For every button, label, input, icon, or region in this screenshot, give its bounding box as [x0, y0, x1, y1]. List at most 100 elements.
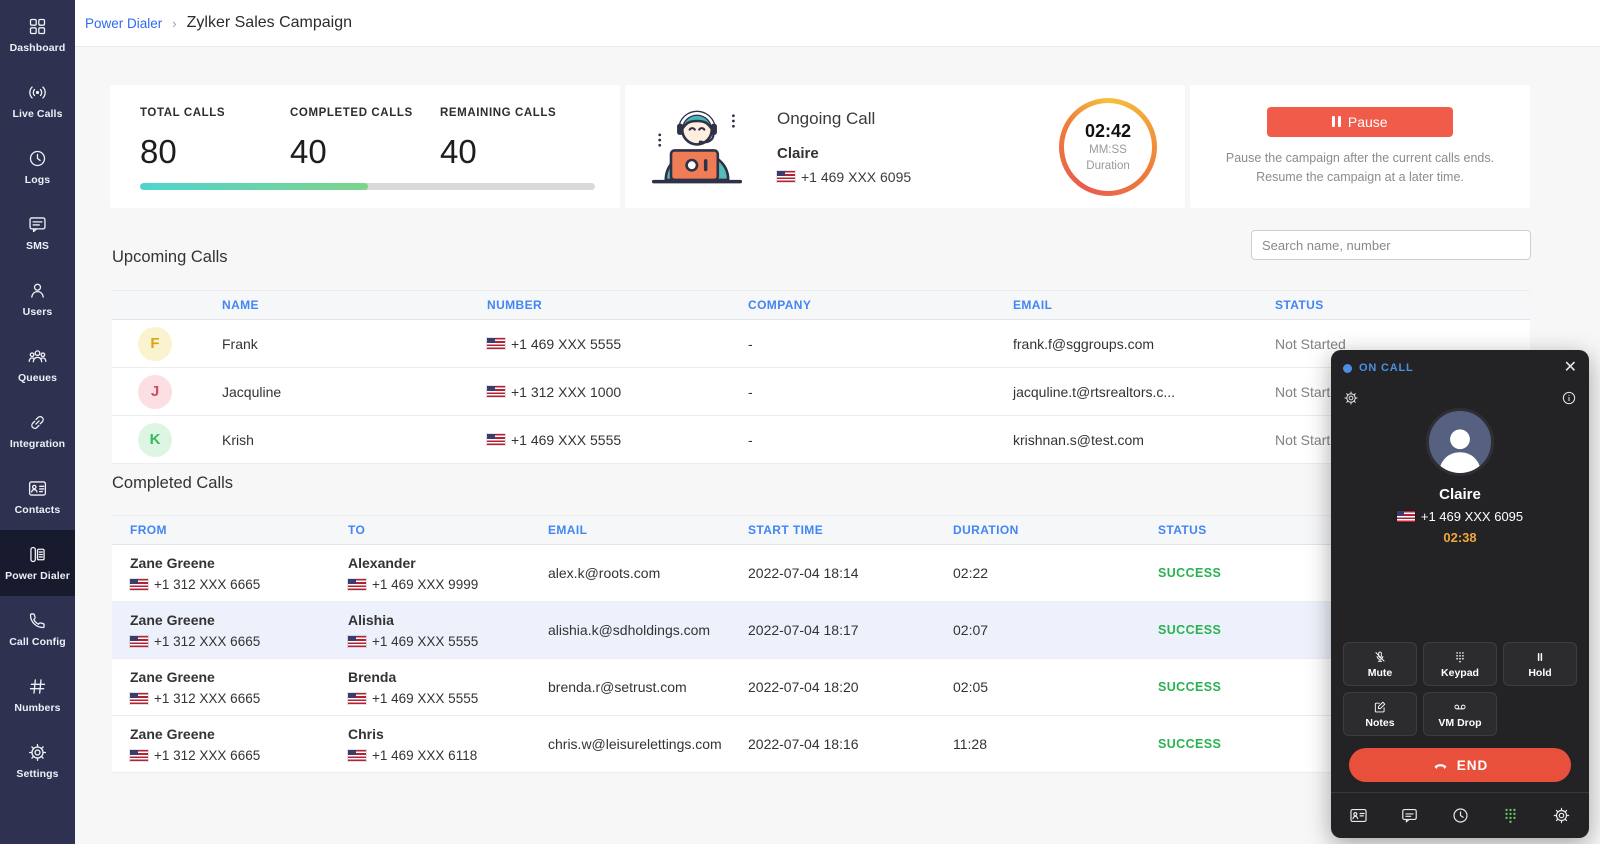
dashboard-icon [27, 16, 48, 37]
sidebar-item-queues[interactable]: Queues [0, 332, 75, 398]
button-label: Keypad [1441, 667, 1479, 679]
sidebar-item-settings[interactable]: Settings [0, 728, 75, 794]
contact-company: - [748, 336, 1013, 352]
us-flag-icon [130, 579, 148, 590]
hold-button[interactable]: Hold [1503, 642, 1577, 686]
contacts-card-icon[interactable] [1349, 806, 1368, 825]
to-name: Chris [348, 726, 530, 742]
close-icon[interactable]: ✕ [1564, 360, 1577, 376]
contact-name: Frank [222, 336, 487, 352]
sidebar-item-users[interactable]: Users [0, 266, 75, 332]
sidebar-item-integration[interactable]: Integration [0, 398, 75, 464]
pause-button-label: Pause [1348, 114, 1388, 130]
to-number: +1 469 XXX 9999 [372, 577, 478, 592]
avatar: J [138, 375, 172, 409]
from-name: Zane Greene [130, 555, 330, 571]
contact-company: - [748, 384, 1013, 400]
sidebar-item-dashboard[interactable]: Dashboard [0, 2, 75, 68]
duration: 02:07 [935, 622, 1140, 638]
column-header-status: STATUS [1275, 298, 1530, 312]
end-call-button[interactable]: END [1349, 748, 1571, 782]
agent-illustration [645, 101, 749, 193]
button-label: VM Drop [1438, 717, 1481, 729]
sidebar-item-call-config[interactable]: Call Config [0, 596, 75, 662]
sidebar-label: Contacts [15, 504, 61, 516]
completed-row[interactable]: Zane Greene +1 312 XXX 6665 Alexander +1… [112, 545, 1530, 602]
pause-card: Pause Pause the campaign after the curre… [1190, 85, 1530, 208]
search-input[interactable] [1251, 230, 1531, 260]
chat-icon[interactable] [1400, 806, 1419, 825]
stat-value: 40 [290, 133, 440, 171]
widget-settings-icon[interactable] [1552, 806, 1571, 825]
email: chris.w@leisurelettings.com [530, 736, 730, 752]
widget-bottom-toolbar [1331, 792, 1589, 838]
widget-settings-gear-icon[interactable] [1343, 390, 1359, 406]
keypad-icon [1453, 650, 1467, 664]
column-header-number: NUMBER [487, 298, 748, 312]
start-time: 2022-07-04 18:17 [730, 622, 935, 638]
start-time: 2022-07-04 18:16 [730, 736, 935, 752]
summary-cards-row: TOTAL CALLS 80 COMPLETED CALLS 40 REMAIN… [110, 85, 1530, 208]
column-header-email: EMAIL [1013, 298, 1275, 312]
keypad-button[interactable]: Keypad [1423, 642, 1497, 686]
completed-row[interactable]: Zane Greene +1 312 XXX 6665 Chris +1 469… [112, 716, 1530, 773]
sidebar-item-power-dialer[interactable]: Power Dialer [0, 530, 75, 596]
top-header: Power Dialer › Zylker Sales Campaign [75, 0, 1600, 47]
voicemail-icon [1453, 700, 1467, 714]
upcoming-row[interactable]: F Frank +1 469 XXX 5555 - frank.f@sggrou… [112, 320, 1530, 368]
call-duration-value: 02:42 [1085, 121, 1131, 142]
logs-history-icon [27, 148, 48, 169]
mute-button[interactable]: Mute [1343, 642, 1417, 686]
us-flag-icon [348, 636, 366, 647]
vm-drop-button[interactable]: VM Drop [1423, 692, 1497, 736]
caller-name: Claire [1343, 486, 1577, 503]
dialer-keypad-icon[interactable] [1501, 806, 1520, 825]
column-header-duration: DURATION [935, 523, 1140, 537]
hold-pause-icon [1533, 650, 1547, 664]
contact-email: frank.f@sggroups.com [1013, 336, 1275, 352]
info-icon[interactable] [1561, 390, 1577, 406]
call-timer: 02:38 [1343, 530, 1577, 545]
us-flag-icon [348, 693, 366, 704]
sidebar-item-sms[interactable]: SMS [0, 200, 75, 266]
us-flag-icon [348, 750, 366, 761]
sidebar-label: Settings [16, 768, 58, 780]
duration: 11:28 [935, 736, 1140, 752]
sidebar-item-contacts[interactable]: Contacts [0, 464, 75, 530]
stat-label: TOTAL CALLS [140, 107, 290, 119]
stat-completed-calls: COMPLETED CALLS 40 [290, 107, 440, 171]
stat-value: 80 [140, 133, 290, 171]
breadcrumb-parent-link[interactable]: Power Dialer [85, 16, 162, 31]
call-config-phone-icon [27, 610, 48, 631]
upcoming-row[interactable]: J Jacquline +1 312 XXX 1000 - jacquline.… [112, 368, 1530, 416]
notes-button[interactable]: Notes [1343, 692, 1417, 736]
column-header-from: FROM [112, 523, 330, 537]
sidebar-label: Live Calls [12, 108, 62, 120]
integration-link-icon [27, 412, 48, 433]
live-calls-icon [27, 82, 48, 103]
avatar: K [138, 423, 172, 457]
call-history-icon[interactable] [1451, 806, 1470, 825]
completed-row[interactable]: Zane Greene +1 312 XXX 6665 Brenda +1 46… [112, 659, 1530, 716]
from-number: +1 312 XXX 6665 [154, 748, 260, 763]
us-flag-icon [130, 750, 148, 761]
to-number: +1 469 XXX 6118 [372, 748, 477, 763]
us-flag-icon [487, 434, 505, 445]
sidebar-item-logs[interactable]: Logs [0, 134, 75, 200]
to-name: Alishia [348, 612, 530, 628]
pause-button[interactable]: Pause [1267, 107, 1453, 137]
upcoming-row[interactable]: K Krish +1 469 XXX 5555 - krishnan.s@tes… [112, 416, 1530, 464]
sidebar-item-numbers[interactable]: Numbers [0, 662, 75, 728]
to-number: +1 469 XXX 5555 [372, 634, 478, 649]
contact-name: Krish [222, 432, 487, 448]
completed-row[interactable]: Zane Greene +1 312 XXX 6665 Alishia +1 4… [112, 602, 1530, 659]
to-number: +1 469 XXX 5555 [372, 691, 478, 706]
pause-icon [1332, 116, 1341, 127]
button-label: Notes [1365, 717, 1394, 729]
sidebar-item-live-calls[interactable]: Live Calls [0, 68, 75, 134]
from-name: Zane Greene [130, 612, 330, 628]
stat-label: REMAINING CALLS [440, 107, 590, 119]
campaign-progress-bar [140, 183, 595, 190]
end-button-label: END [1457, 758, 1489, 773]
sidebar-label: Call Config [9, 636, 66, 648]
